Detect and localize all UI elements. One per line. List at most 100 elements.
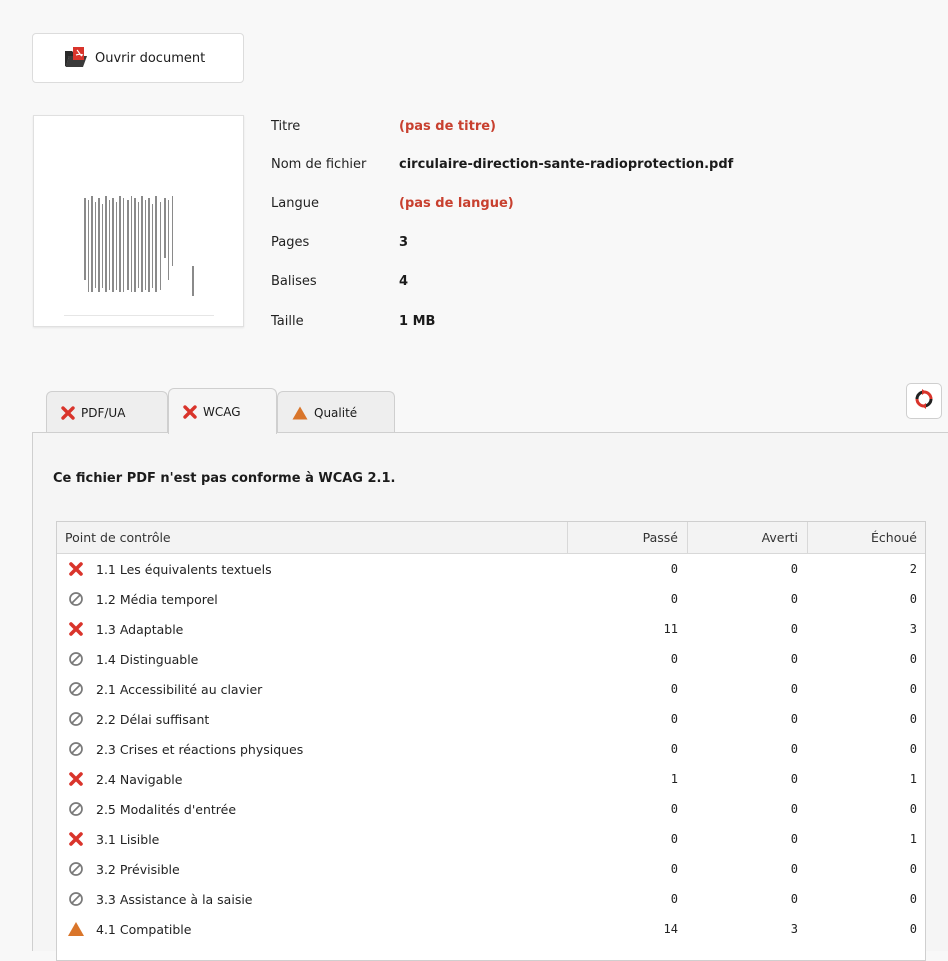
tab-label: PDF/UA — [81, 405, 126, 420]
passed-count: 0 — [670, 562, 678, 576]
info-row-size: Taille 1 MB — [271, 311, 435, 331]
checkpoint-cell: 1.2 Média temporel — [57, 590, 567, 608]
checkpoint-label: 2.5 Modalités d'entrée — [96, 801, 237, 817]
passed-count: 0 — [670, 892, 678, 906]
table-row[interactable]: 2.4 Navigable 1 0 1 — [57, 764, 925, 794]
tab-pdfua[interactable]: PDF/UA — [46, 391, 168, 433]
column-header-passed[interactable]: Passé — [567, 522, 687, 553]
table-row[interactable]: 2.1 Accessibilité au clavier 0 0 0 — [57, 674, 925, 704]
info-key: Taille — [271, 313, 304, 329]
passed-count: 0 — [670, 862, 678, 876]
passed-count: 0 — [670, 652, 678, 666]
failed-count: 0 — [909, 892, 917, 906]
folder-pdf-icon — [63, 46, 89, 70]
table-row[interactable]: 1.1 Les équivalents textuels 0 0 2 — [57, 554, 925, 584]
table-row[interactable]: 1.4 Distinguable 0 0 0 — [57, 644, 925, 674]
not-applicable-icon — [66, 740, 86, 758]
failed-count: 0 — [909, 682, 917, 696]
checkpoint-label: 2.4 Navigable — [96, 771, 183, 787]
checkpoint-cell: 2.1 Accessibilité au clavier — [57, 680, 567, 698]
tab-label: Qualité — [314, 405, 358, 420]
passed-count: 0 — [670, 832, 678, 846]
passed-count: 0 — [670, 742, 678, 756]
warned-count: 0 — [790, 862, 798, 876]
warned-count: 0 — [790, 622, 798, 636]
passed-count: 14 — [663, 922, 678, 936]
checkpoint-cell: 2.5 Modalités d'entrée — [57, 800, 567, 818]
table-row[interactable]: 3.3 Assistance à la saisie 0 0 0 — [57, 884, 925, 914]
table-header: Point de contrôle Passé Averti Échoué — [57, 522, 925, 554]
warned-count: 0 — [790, 712, 798, 726]
passed-count: 0 — [670, 802, 678, 816]
table-row[interactable]: 3.1 Lisible 0 0 1 — [57, 824, 925, 854]
not-applicable-icon — [66, 860, 86, 878]
warned-count: 0 — [790, 832, 798, 846]
open-document-label: Ouvrir document — [95, 50, 206, 66]
table-row[interactable]: 4.1 Compatible 14 3 0 — [57, 914, 925, 944]
passed-count: 0 — [670, 682, 678, 696]
checkpoint-cell: 1.4 Distinguable — [57, 650, 567, 668]
warned-count: 0 — [790, 592, 798, 606]
refresh-icon — [914, 389, 934, 413]
checkpoint-cell: 3.3 Assistance à la saisie — [57, 890, 567, 908]
failed-count: 1 — [909, 772, 917, 786]
failed-count: 0 — [909, 742, 917, 756]
info-row-tags: Balises 4 — [271, 271, 408, 291]
info-key: Balises — [271, 273, 317, 289]
table-row[interactable]: 1.2 Média temporel 0 0 0 — [57, 584, 925, 614]
info-key: Langue — [271, 195, 319, 211]
open-document-button[interactable]: Ouvrir document — [32, 33, 244, 83]
refresh-button[interactable] — [906, 383, 942, 419]
warned-count: 0 — [790, 892, 798, 906]
fail-x-icon — [66, 560, 86, 578]
checkpoint-cell: 1.1 Les équivalents textuels — [57, 560, 567, 578]
checkpoint-cell: 1.3 Adaptable — [57, 620, 567, 638]
table-row[interactable]: 2.3 Crises et réactions physiques 0 0 0 — [57, 734, 925, 764]
checkpoint-cell: 3.1 Lisible — [57, 830, 567, 848]
table-row[interactable]: 2.2 Délai suffisant 0 0 0 — [57, 704, 925, 734]
fail-x-icon — [183, 404, 197, 419]
info-value: 4 — [399, 273, 409, 289]
warned-count: 0 — [790, 682, 798, 696]
page-preview-image — [64, 196, 214, 316]
info-row-language: Langue (pas de langue) — [271, 193, 514, 213]
checkpoint-label: 3.2 Prévisible — [96, 861, 180, 877]
table-row[interactable]: 3.2 Prévisible 0 0 0 — [57, 854, 925, 884]
checkpoint-cell: 4.1 Compatible — [57, 920, 567, 938]
failed-count: 1 — [909, 832, 917, 846]
failed-count: 0 — [909, 922, 917, 936]
passed-count: 1 — [670, 772, 678, 786]
fail-x-icon — [66, 770, 86, 788]
not-applicable-icon — [66, 710, 86, 728]
failed-count: 0 — [909, 802, 917, 816]
tab-label: WCAG — [203, 404, 241, 419]
checkpoint-label: 3.1 Lisible — [96, 831, 160, 847]
info-value: 3 — [399, 234, 409, 250]
info-value: (pas de titre) — [399, 118, 496, 134]
info-key: Nom de fichier — [271, 156, 367, 172]
table-row[interactable]: 2.5 Modalités d'entrée 0 0 0 — [57, 794, 925, 824]
failed-count: 0 — [909, 712, 917, 726]
not-applicable-icon — [66, 590, 86, 608]
column-header-warned[interactable]: Averti — [687, 522, 807, 553]
warning-triangle-icon — [292, 406, 308, 420]
column-header-checkpoint[interactable]: Point de contrôle — [57, 522, 567, 553]
tab-wcag[interactable]: WCAG — [168, 388, 277, 434]
not-applicable-icon — [66, 680, 86, 698]
warned-count: 0 — [790, 772, 798, 786]
tab-quality[interactable]: Qualité — [277, 391, 395, 433]
checkpoint-label: 1.1 Les équivalents textuels — [96, 561, 272, 577]
failed-count: 0 — [909, 652, 917, 666]
column-header-failed[interactable]: Échoué — [807, 522, 925, 553]
checkpoint-label: 1.3 Adaptable — [96, 621, 184, 637]
checkpoint-cell: 3.2 Prévisible — [57, 860, 567, 878]
table-body: 1.1 Les équivalents textuels 0 0 2 1.2 Média… — [57, 554, 925, 944]
info-value: circulaire-direction-sante-radioprotecti… — [399, 156, 734, 172]
table-row[interactable]: 1.3 Adaptable 11 0 3 — [57, 614, 925, 644]
warned-count: 0 — [790, 802, 798, 816]
checkpoint-label: 2.3 Crises et réactions physiques — [96, 741, 304, 757]
passed-count: 11 — [663, 622, 678, 636]
info-value: (pas de langue) — [399, 195, 514, 211]
failed-count: 3 — [909, 622, 917, 636]
fail-x-icon — [61, 405, 75, 420]
